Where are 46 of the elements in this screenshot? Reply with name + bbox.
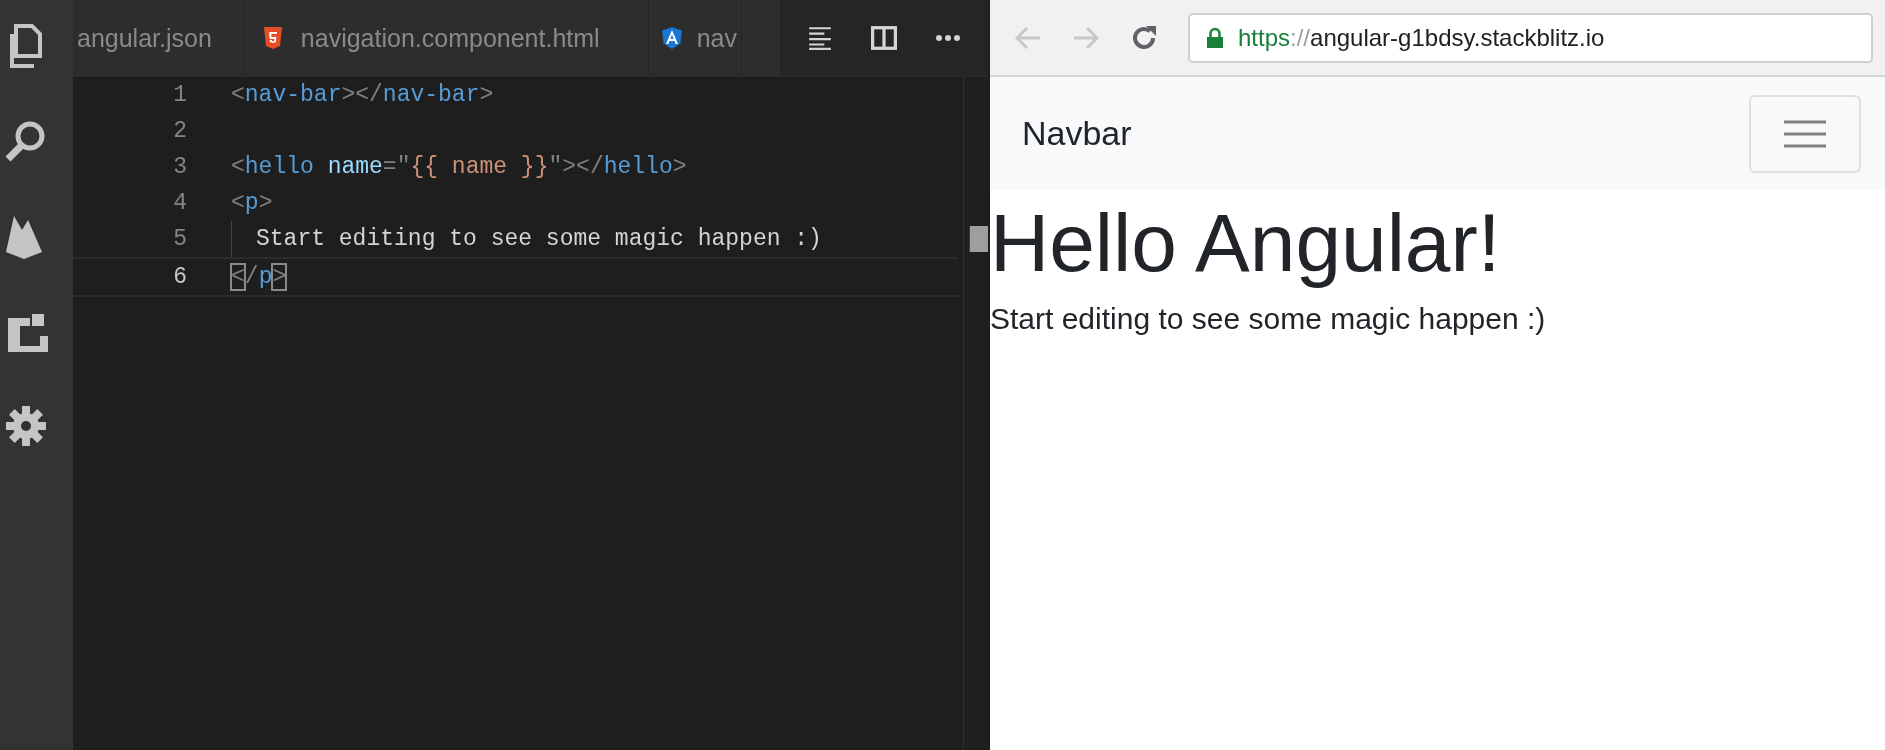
editor-tab[interactable]: navigation.component.html [244, 0, 649, 76]
line-number: 5 [172, 226, 187, 252]
code-token: name [327, 154, 383, 180]
code-token: hello [244, 154, 314, 180]
bracket-match: > [272, 264, 287, 290]
html5-icon [262, 26, 283, 50]
code-token: p [244, 190, 259, 216]
more-icon[interactable] [935, 34, 961, 42]
line-number: 6 [172, 264, 187, 290]
code-token: < [231, 154, 245, 180]
editor-tab[interactable]: nav [648, 0, 742, 76]
page-heading: Hello Angular! [990, 196, 1502, 290]
scrollbar-thumb[interactable] [969, 226, 988, 252]
code-token: > [258, 190, 273, 216]
code-token: Start editing to see some magic happen :) [256, 226, 822, 252]
navbar-brand[interactable]: Navbar [1022, 114, 1132, 153]
editor-tab[interactable]: angular.json [73, 0, 245, 76]
bracket-match: < [231, 264, 245, 290]
url-text: https://angular-g1bdsy.stackblitz.io [1238, 23, 1605, 52]
code-token: < [231, 82, 245, 108]
code-token: hello [603, 154, 673, 180]
code-token: nav-bar [382, 82, 480, 108]
line-number: 2 [172, 118, 187, 144]
line-number: 1 [172, 82, 187, 108]
angular-icon [660, 26, 683, 50]
address-bar[interactable]: https://angular-g1bdsy.stackblitz.io [1188, 12, 1873, 63]
menu-icon [1784, 118, 1826, 149]
line-number: 3 [172, 154, 187, 180]
reload-icon[interactable] [1130, 23, 1158, 52]
line-number: 4 [172, 190, 187, 216]
code-token: =" [382, 154, 411, 180]
code-token: p [258, 264, 273, 290]
menu-button[interactable] [1749, 94, 1861, 173]
code-token: > [672, 154, 687, 180]
align-left-icon[interactable] [807, 25, 833, 51]
code-token: {{ name }} [410, 154, 549, 180]
code-token: > [479, 82, 494, 108]
code-token: / [244, 264, 259, 290]
code-token: < [231, 190, 245, 216]
code-token: nav-bar [244, 82, 342, 108]
settings-icon[interactable] [4, 404, 48, 448]
code-token: "></ [548, 154, 604, 180]
page-paragraph: Start editing to see some magic happen :) [990, 302, 1547, 337]
split-editor-icon[interactable] [871, 26, 897, 50]
code-token: ></ [341, 82, 383, 108]
lock-icon [1206, 26, 1224, 49]
